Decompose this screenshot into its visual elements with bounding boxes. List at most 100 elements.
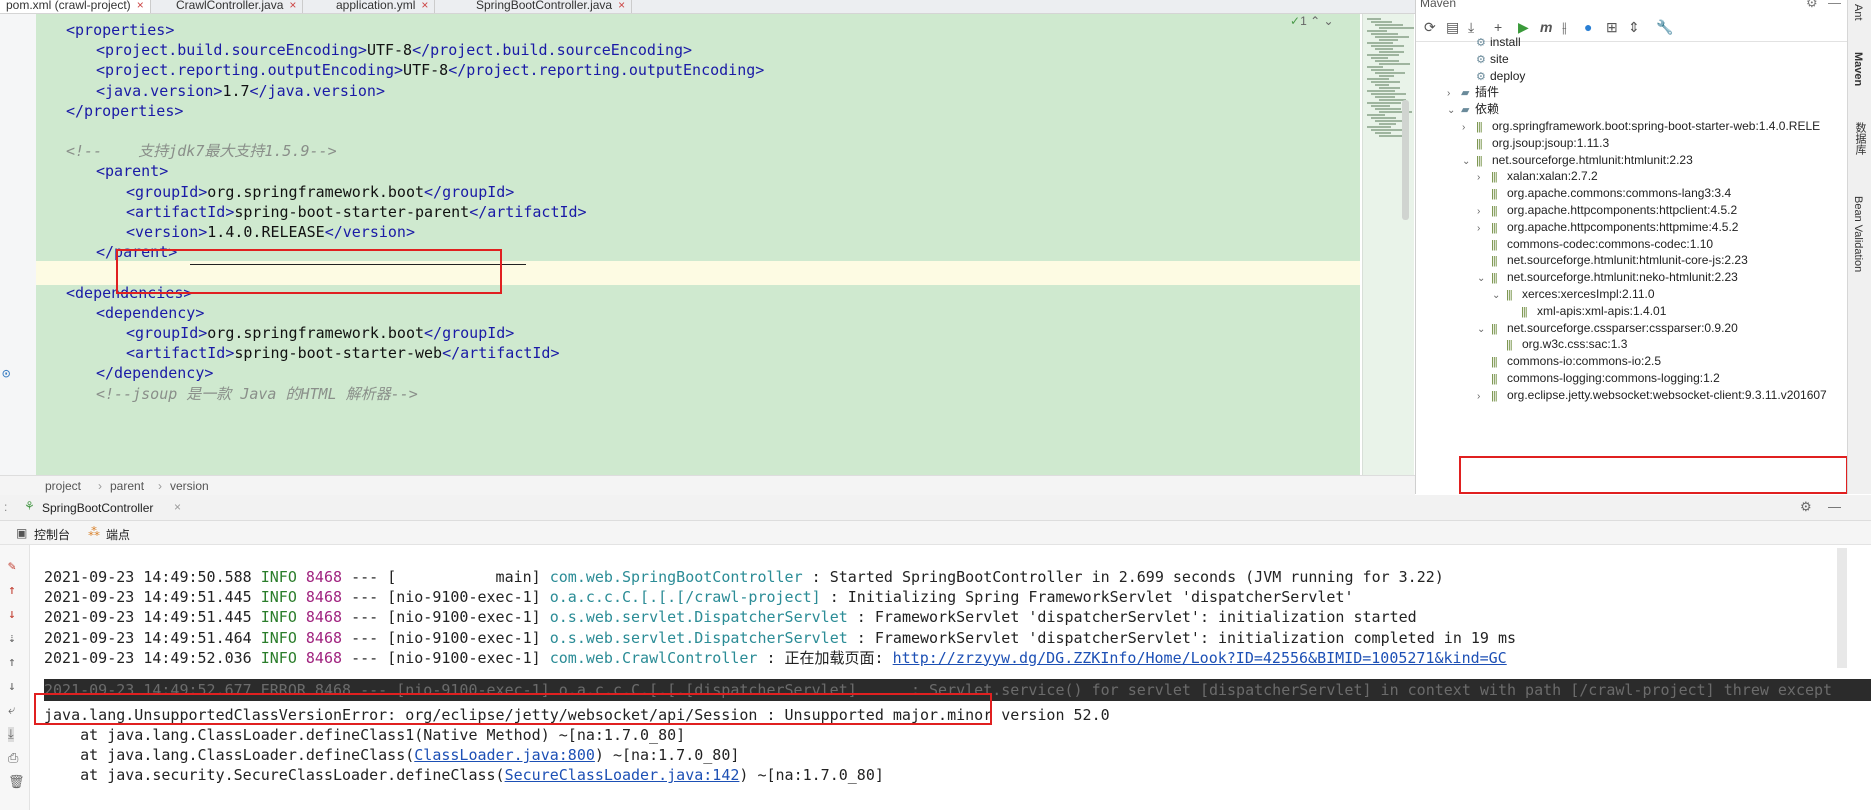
close-icon[interactable]: × <box>137 0 144 12</box>
arrow-down-icon[interactable]: ↓ <box>8 607 16 622</box>
maven-item-label: 依赖 <box>1475 102 1500 117</box>
minimap-line <box>1367 126 1391 128</box>
minimap-line <box>1371 117 1396 119</box>
close-icon[interactable]: × <box>421 0 428 12</box>
chevron-down-icon[interactable]: ⌄ <box>1324 14 1334 28</box>
xml-text: UTF-8 <box>403 61 449 80</box>
breadcrumb-item[interactable]: parent <box>110 479 144 493</box>
close-icon[interactable]: × <box>289 0 296 12</box>
stack-source-link[interactable]: SecureClassLoader.java:142 <box>505 766 740 784</box>
minimap-line <box>1371 33 1398 35</box>
deprecated-strikethrough <box>190 264 526 265</box>
chevron-down-icon[interactable]: ⌄ <box>1462 152 1476 172</box>
tab-spring-boot-controller[interactable]: SpringBootController.java × <box>470 0 633 13</box>
tool-window-bean-validation[interactable]: Bean Validation <box>1852 196 1864 272</box>
minimap-line <box>1367 66 1383 68</box>
collapse-all-icon[interactable]: ⇕ <box>1628 19 1640 36</box>
maven-item-label: commons-logging:commons-logging:1.2 <box>1507 371 1720 385</box>
minimize-icon[interactable]: — <box>1828 0 1841 10</box>
minimize-icon[interactable]: — <box>1828 499 1841 514</box>
code-editor[interactable]: <properties> <project.build.sourceEncodin… <box>36 14 1360 494</box>
maven-tree-item[interactable]: › ||| org.eclipse.jetty.websocket:websocke… <box>1477 385 1827 405</box>
show-dependencies-icon[interactable]: ⊞ <box>1606 19 1618 36</box>
reload-icon[interactable]: ⟳ <box>1424 19 1436 36</box>
tab-console[interactable]: 控制台 <box>34 526 70 543</box>
tab-application-yml[interactable]: application.yml × <box>330 0 436 13</box>
next-icon[interactable]: ↓ <box>8 679 16 694</box>
gear-icon[interactable]: ⚙ <box>1800 499 1812 515</box>
console-scrollbar[interactable] <box>1837 548 1847 668</box>
maven-item-label: xml-apis:xml-apis:1.4.01 <box>1537 303 1667 318</box>
scroll-to-end-icon[interactable]: ⤓ <box>8 727 14 742</box>
console-output[interactable]: 2021-09-23 14:49:50.588 INFO 8468 --- [ … <box>30 545 1871 810</box>
chevron-down-icon[interactable]: ⌄ <box>1477 320 1491 340</box>
close-icon[interactable]: × <box>174 500 181 514</box>
trash-icon[interactable]: 🗑 <box>8 775 25 790</box>
tool-window-database[interactable]: 数据库 <box>1852 122 1868 155</box>
prev-icon[interactable]: ↑ <box>8 655 16 670</box>
tool-window-maven[interactable]: Maven <box>1852 52 1864 86</box>
chevron-down-icon[interactable]: ⌄ <box>1492 286 1506 306</box>
run-side-toolbar: ✎ ↑ ↓ ⇣ ↑ ↓ ⤶ ⤓ ⎙ 🗑 <box>0 545 30 810</box>
maven-item-label: commons-io:commons-io:2.5 <box>1507 354 1662 369</box>
generate-sources-icon[interactable]: ▤ <box>1446 19 1459 36</box>
minimap-line <box>1375 72 1405 74</box>
log-msg: : FrameworkServlet 'dispatcherServlet': … <box>856 628 1517 647</box>
xml-text: 1.4.0.RELEASE <box>207 223 325 241</box>
breadcrumb: project › parent › version <box>0 475 1415 495</box>
tab-crawl-controller[interactable]: CrawlController.java × <box>170 0 304 13</box>
breadcrumb-item[interactable]: project <box>45 479 81 493</box>
stack-source-link[interactable]: ClassLoader.java:800 <box>414 746 595 764</box>
soft-wrap-icon[interactable]: ⤶ <box>8 703 15 718</box>
stack-text: ) ~[na:1.7.0_80] <box>739 766 884 785</box>
gear-icon[interactable]: ⚙ <box>1806 0 1818 11</box>
run-config-tab[interactable]: SpringBootController <box>42 501 153 515</box>
xml-tag: </version> <box>324 223 415 241</box>
minimap-line <box>1371 21 1392 23</box>
tool-window-ant[interactable]: Ant <box>1852 4 1864 21</box>
minimap-line <box>1371 81 1400 83</box>
editor-scrollbar[interactable] <box>1402 100 1409 220</box>
maven-item-label: net.sourceforge.htmlunit:htmlunit-core-j… <box>1507 253 1748 268</box>
log-link[interactable]: http://zrzyyw.dg/DG.ZZKInfo/Home/Look?ID… <box>893 649 1507 667</box>
stack-text: ) ~[na:1.7.0_80] <box>594 746 740 765</box>
breadcrumb-item[interactable]: version <box>170 479 209 493</box>
maven-item-label: 插件 <box>1475 85 1500 100</box>
skip-tests-icon[interactable]: ● <box>1584 19 1592 35</box>
chevron-down-icon[interactable]: ⌄ <box>1477 269 1491 289</box>
log-thread: [ main] <box>387 568 541 586</box>
tab-pom-xml[interactable]: pom.xml (crawl-project) × <box>0 0 151 13</box>
maven-item-label: net.sourceforge.htmlunit:htmlunit:2.23 <box>1492 152 1693 167</box>
log-logger: o.a.c.c.C.[.[.[/crawl-project] <box>549 588 821 607</box>
chevron-down-icon[interactable]: ⌄ <box>1447 101 1461 121</box>
close-icon[interactable]: × <box>618 0 625 12</box>
maven-goal-icon[interactable]: m <box>1540 19 1552 35</box>
sort-icon[interactable]: ⇣ <box>8 631 16 646</box>
xml-tag: </properties> <box>66 101 184 120</box>
run-subtabs: ▣ 控制台 ⁂ 端点 <box>0 521 1871 545</box>
tab-endpoints[interactable]: 端点 <box>106 526 130 543</box>
wrench-icon[interactable]: 🔧 <box>1656 19 1673 36</box>
chevron-up-icon[interactable]: ⌃ <box>1310 14 1320 28</box>
highlight-box-websocket <box>1459 456 1848 494</box>
log-time: 2021-09-23 14:49:51.464 <box>44 628 252 647</box>
code-minimap[interactable] <box>1362 14 1414 494</box>
run-gutter-icon[interactable]: ⊙ <box>2 366 10 382</box>
edit-config-icon[interactable]: ✎ <box>8 559 16 574</box>
code-line: <!--jsoup 是一款 Java 的HTML 解析器--> <box>96 382 418 406</box>
minimap-line <box>1367 18 1381 20</box>
minimap-line <box>1371 57 1388 59</box>
xml-tag: <dependencies> <box>66 283 193 302</box>
maven-item-label: org.apache.commons:commons-lang3:3.4 <box>1507 186 1732 201</box>
minimap-line <box>1375 36 1409 38</box>
library-icon: ||| <box>1491 389 1498 402</box>
toggle-offline-icon[interactable]: ⫲ <box>1562 19 1567 36</box>
inspection-widget[interactable]: ✓1 ⌃ ⌄ <box>1290 14 1360 36</box>
xml-tag: <version> <box>126 223 208 241</box>
chevron-right-icon[interactable]: › <box>1477 387 1491 407</box>
maven-item-label: site <box>1490 51 1509 66</box>
arrow-up-icon[interactable]: ↑ <box>8 583 16 598</box>
line-gutter: ⊙ <box>0 14 36 494</box>
xml-tag: </parent> <box>96 243 178 262</box>
print-icon[interactable]: ⎙ <box>8 751 18 766</box>
